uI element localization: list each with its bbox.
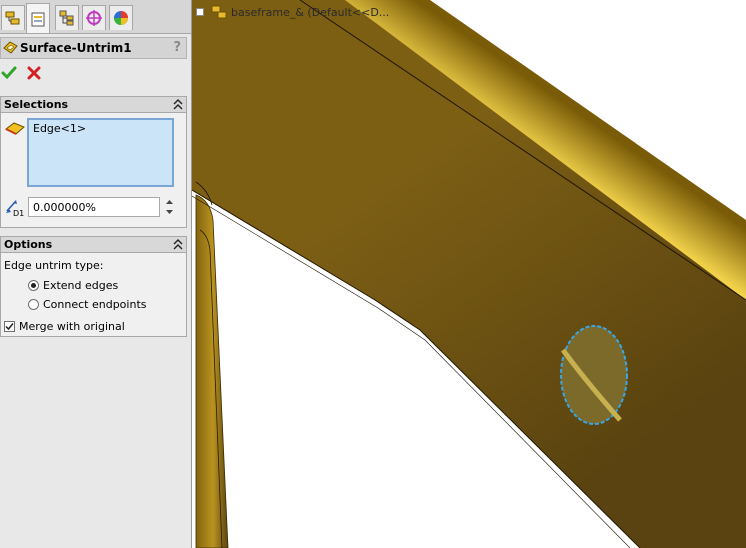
feature-manager-icon [5,11,20,25]
checkmark-icon [1,66,17,80]
configuration-manager-tab[interactable] [55,5,79,30]
options-group-header[interactable]: Options [0,236,187,253]
collapse-up-icon[interactable] [173,239,183,250]
merge-with-original-label[interactable]: Merge with original [19,320,125,333]
surface-untrim-icon [3,41,18,54]
dimxpert-icon [86,10,102,26]
display-manager-tab[interactable] [109,5,133,30]
options-title: Options [4,238,53,251]
feature-manager-tab[interactable] [1,5,25,30]
connect-endpoints-label[interactable]: Connect endpoints [43,298,147,311]
manager-tabs [0,0,191,34]
selected-edge-item[interactable]: Edge<1> [33,122,86,135]
property-manager-header: Surface-Untrim1 ? [0,37,187,59]
graphics-viewport[interactable] [192,0,746,548]
checkmark-icon [5,323,14,331]
selections-title: Selections [4,98,69,111]
distance-icon-label: D1 [13,209,25,218]
untrim-distance-input[interactable] [28,197,160,217]
property-manager-tab[interactable] [26,3,50,33]
extend-edges-label[interactable]: Extend edges [43,279,118,292]
connect-endpoints-radio[interactable] [28,299,39,310]
collapse-up-icon[interactable] [173,99,183,110]
part-tree-icon [211,5,227,19]
feature-title: Surface-Untrim1 [20,41,132,55]
untrim-edge-hole[interactable] [560,325,628,425]
edge-selection-box[interactable]: Edge<1> [27,118,174,187]
selections-group-header[interactable]: Selections [0,96,187,113]
feature-tree-root[interactable]: baseframe_& (Default<<D... [231,6,389,19]
extend-edges-radio[interactable] [28,280,39,291]
close-icon [27,66,41,80]
merge-with-original-checkbox[interactable] [4,321,15,332]
help-icon[interactable]: ? [173,40,181,55]
cancel-button[interactable] [25,64,43,82]
display-manager-icon [114,11,128,25]
edge-untrim-type-label: Edge untrim type: [4,259,104,272]
tree-expand-icon[interactable] [196,8,204,16]
property-manager-panel: Surface-Untrim1 ? Selections Edge<1> D1 … [0,0,192,548]
dimxpert-tab[interactable] [82,5,106,30]
distance-spinner[interactable] [163,196,176,218]
configuration-manager-icon [59,10,74,26]
edge-selection-icon [5,122,25,135]
property-manager-icon [31,12,45,26]
ok-button[interactable] [0,64,18,82]
